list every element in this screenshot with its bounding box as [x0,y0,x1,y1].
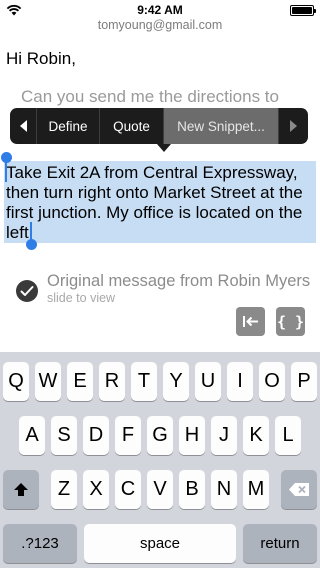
key[interactable]: W [35,362,61,401]
status-bar: 9:42 AM [0,0,320,20]
return-key[interactable]: return [243,524,317,563]
key[interactable]: U [195,362,221,401]
space-key[interactable]: space [84,524,236,563]
message-greeting[interactable]: Hi Robin, [6,49,76,69]
original-message-title[interactable]: Original message from Robin Myers [47,272,310,291]
selected-text-line[interactable]: Take Exit 2A from Central Expressway, [6,163,298,183]
key[interactable]: S [51,416,77,455]
key[interactable]: H [179,416,205,455]
checkmark-icon[interactable] [16,280,38,302]
shift-key[interactable] [3,470,39,509]
menu-pointer [157,144,171,152]
key[interactable]: Z [51,470,77,509]
menu-next-button[interactable] [279,108,308,144]
key[interactable]: R [99,362,125,401]
key[interactable]: M [243,470,269,509]
key[interactable]: V [147,470,173,509]
numbers-key[interactable]: .?123 [3,524,77,563]
key[interactable]: J [211,416,237,455]
key[interactable]: B [179,470,205,509]
sender-email: tomyoung@gmail.com [97,18,223,32]
key[interactable]: X [83,470,109,509]
key[interactable]: D [83,416,109,455]
key[interactable]: N [211,470,237,509]
battery-icon [290,5,316,16]
insert-brace-button[interactable]: { } [276,307,305,336]
selection-start-stem [5,160,7,182]
new-snippet-menu-item[interactable]: New Snippet... [164,108,279,144]
status-time: 9:42 AM [137,3,183,17]
key[interactable]: E [67,362,93,401]
delete-key[interactable] [281,470,317,509]
edit-menu: Define Quote New Snippet... [10,108,308,152]
original-message-hint: slide to view [47,291,116,305]
message-line[interactable]: Can you send me the directions to [21,87,279,107]
key[interactable]: C [115,470,141,509]
chevron-right-icon [290,120,297,132]
key[interactable]: L [275,416,301,455]
key[interactable]: O [259,362,285,401]
key[interactable]: G [147,416,173,455]
menu-prev-button[interactable] [10,108,37,144]
shift-arrow-icon [14,482,28,496]
insert-tab-button[interactable] [236,307,265,336]
define-menu-item[interactable]: Define [37,108,100,144]
key[interactable]: P [291,362,317,401]
selected-text-line[interactable]: then turn right onto Market Street at th… [6,183,303,203]
tab-left-icon [243,316,258,327]
key[interactable]: K [243,416,269,455]
key[interactable]: Q [3,362,29,401]
chevron-left-icon [19,120,27,132]
key[interactable]: I [227,362,253,401]
key[interactable]: T [131,362,157,401]
quote-menu-item[interactable]: Quote [100,108,164,144]
key[interactable]: Y [163,362,189,401]
selection-end-handle[interactable] [26,239,37,250]
backspace-icon [289,483,309,496]
key[interactable]: F [115,416,141,455]
keyboard: QWERTYUIOP ASDFGHJKL ZXCVBNM .?123 space… [0,352,320,568]
key[interactable]: A [19,416,45,455]
selected-text-line[interactable]: first junction. My office is located on … [6,203,302,223]
